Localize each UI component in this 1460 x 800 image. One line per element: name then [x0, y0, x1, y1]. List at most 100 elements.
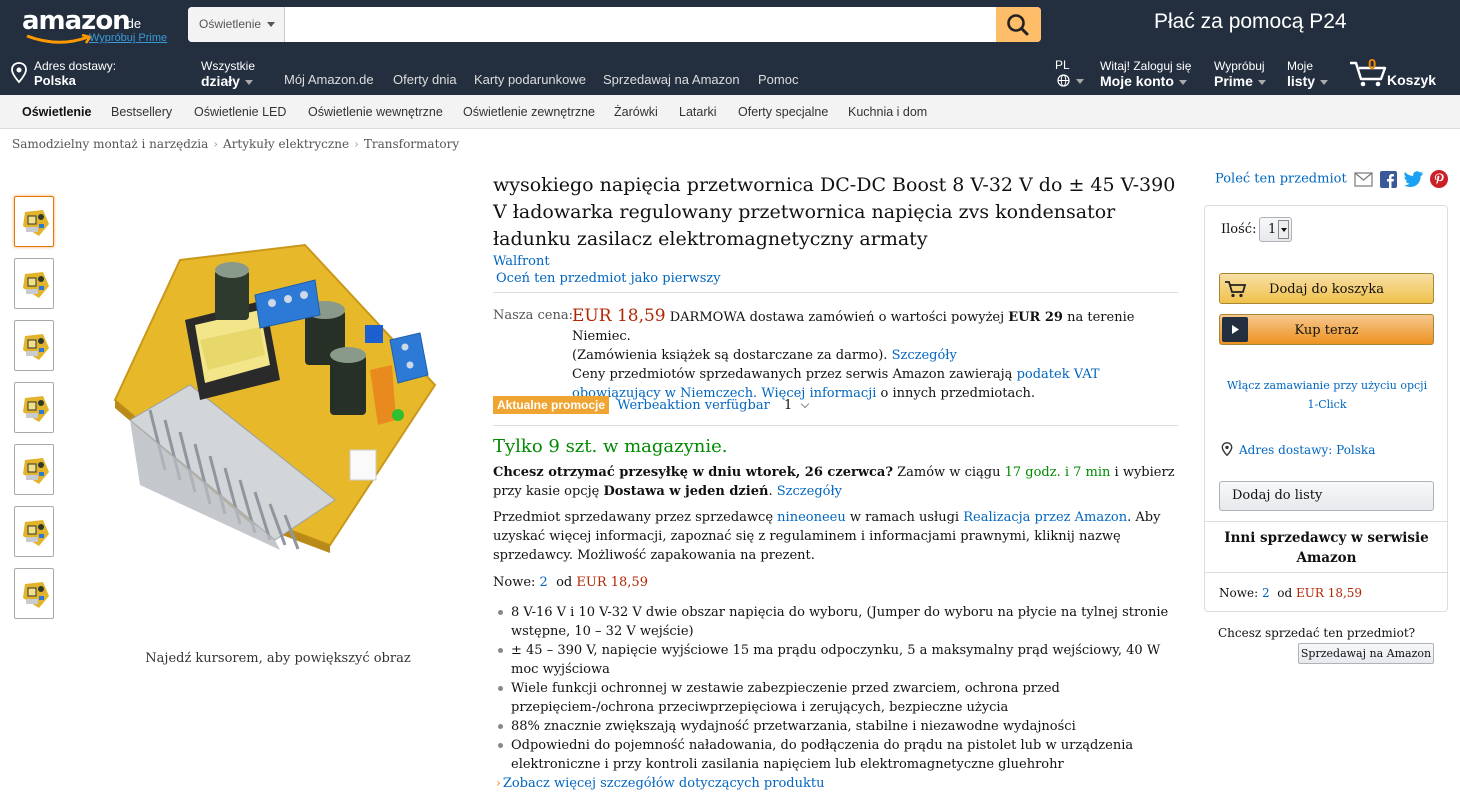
order-countdown: 17 godz. i 7 min	[1004, 465, 1111, 480]
product-image[interactable]	[100, 215, 450, 555]
subnav-item-outdoor[interactable]: Oświetlenie zewnętrzne	[463, 105, 595, 119]
pinterest-icon[interactable]	[1430, 170, 1449, 188]
cart-icon	[1222, 276, 1248, 301]
books-shipping-text: (Zamówienia książek są dostarczane za da…	[572, 348, 888, 363]
subnav-item-indoor[interactable]: Oświetlenie wewnętrzne	[308, 105, 443, 119]
more-details-link[interactable]: › Zobacz więcej szczegółów dotyczących pr…	[496, 776, 824, 791]
fba-link[interactable]: Realizacja przez Amazon	[963, 510, 1127, 525]
search-button[interactable]	[996, 7, 1041, 42]
promo-link[interactable]: Werbeaktion verfügbar	[617, 398, 770, 413]
twitter-icon[interactable]	[1404, 171, 1424, 187]
image-thumbnail[interactable]	[14, 382, 54, 433]
nav-link-sell[interactable]: Sprzedawaj na Amazon	[603, 72, 740, 87]
breadcrumb-item-diy[interactable]: Samodzielny montaż i narzędzia	[12, 137, 208, 151]
subnav-item-lighting[interactable]: Oświetlenie	[22, 105, 91, 119]
image-thumbnail[interactable]	[14, 444, 54, 495]
account-menu[interactable]: Witaj! Zaloguj się Moje konto	[1100, 58, 1200, 89]
other-offer-count-link[interactable]: 2	[1262, 586, 1270, 600]
delivery-details-link[interactable]: Szczegóły	[777, 484, 842, 499]
image-thumbnail[interactable]	[14, 568, 54, 619]
other-offer-from: od	[1277, 586, 1293, 600]
departments-line1: Wszystkie	[201, 59, 255, 73]
image-thumbnail[interactable]	[14, 258, 54, 309]
breadcrumb: Samodzielny montaż i narzędzia › Artykuły …	[12, 137, 459, 151]
nav-link-gift-cards[interactable]: Karty podarunkowe	[474, 72, 586, 87]
prime-menu[interactable]: Wypróbuj Prime	[1214, 58, 1274, 89]
quantity-select[interactable]: 1	[1259, 217, 1292, 242]
ship-to[interactable]: Adres dostawy: Polska	[1221, 442, 1375, 457]
promotions-row: Aktualne promocje Werbeaktion verfügbar …	[493, 396, 810, 416]
search-input[interactable]	[286, 7, 996, 42]
divider	[1205, 521, 1447, 522]
nav-link-help[interactable]: Pomoc	[758, 72, 798, 87]
breadcrumb-item-transformers[interactable]: Transformatory	[364, 137, 459, 151]
account-greeting: Witaj! Zaloguj się	[1100, 59, 1192, 73]
ship-to-link[interactable]: Adres dostawy: Polska	[1239, 443, 1375, 457]
subnav-item-flashlights[interactable]: Latarki	[679, 105, 717, 119]
shipping-details-link[interactable]: Szczegóły	[892, 348, 957, 363]
buy-box: Ilość: 1 Dodaj do koszyka Kup teraz Włąc…	[1204, 205, 1448, 612]
feature-bullet: ± 45 – 390 V, napięcie wyjściowe 15 ma p…	[493, 641, 1173, 679]
feature-bullet: Wiele funkcji ochronnej w zestawie zabez…	[493, 679, 1173, 717]
subnav-item-special-offers[interactable]: Oferty specjalne	[738, 105, 828, 119]
amazon-logo[interactable]: amazon .de Wypróbuj Prime	[22, 6, 182, 46]
language-selector[interactable]: PL	[1055, 58, 1089, 88]
buy-now-button[interactable]: Kup teraz	[1219, 314, 1434, 345]
image-thumbnail[interactable]	[14, 320, 54, 371]
subnav-item-bulbs[interactable]: Żarówki	[614, 105, 658, 119]
thumbnail-image	[23, 396, 49, 422]
share-row: Poleć ten przedmiot	[1215, 170, 1449, 190]
divider	[493, 425, 1178, 426]
subnav-item-bestsellers[interactable]: Bestsellery	[111, 105, 172, 119]
breadcrumb-item-electrical[interactable]: Artykuły elektryczne	[223, 137, 349, 151]
image-thumbnail[interactable]	[14, 196, 54, 247]
other-offer-price: EUR 18,59	[1295, 586, 1363, 600]
departments-line2: działy	[201, 73, 253, 89]
subnav-item-led[interactable]: Oświetlenie LED	[194, 105, 286, 119]
search-category-select[interactable]: Oświetlenie	[188, 7, 285, 42]
logo-smile-icon	[26, 34, 93, 44]
try-prime-link[interactable]: Wypróbuj Prime	[89, 32, 167, 44]
share-label[interactable]: Poleć ten przedmiot	[1215, 172, 1347, 187]
thumbnail-image	[23, 272, 49, 298]
brand-link[interactable]: Walfront	[493, 254, 1181, 269]
location-pin-icon	[11, 62, 27, 84]
departments-menu[interactable]: Wszystkie działy	[201, 58, 261, 89]
sell-on-amazon-button[interactable]: Sprzedawaj na Amazon	[1298, 643, 1434, 664]
p24-promo[interactable]: Płać za pomocą P24	[1154, 10, 1347, 34]
delivery-address[interactable]: Adres dostawy: Polska	[10, 58, 130, 88]
nav-link-deals[interactable]: Oferty dnia	[393, 72, 457, 87]
chevron-down-icon	[267, 22, 275, 27]
logo-tld: .de	[123, 16, 142, 31]
account-label: Moje konto	[1100, 73, 1187, 89]
price-block: EUR 18,59 DARMOWA dostawa zamówień o war…	[572, 307, 1180, 403]
product-info: wysokiego napięcia przetwornica DC-DC Bo…	[493, 172, 1181, 286]
subnav-item-kitchen[interactable]: Kuchnia i dom	[848, 105, 927, 119]
lists-menu[interactable]: Moje listy	[1287, 58, 1337, 89]
promo-badge: Aktualne promocje	[493, 396, 610, 414]
new-offers-price: EUR 18,59	[576, 575, 648, 590]
quantity-label: Ilość:	[1221, 222, 1257, 237]
top-nav: amazon .de Wypróbuj Prime Oświetlenie Pł…	[0, 0, 1460, 95]
search-icon	[1007, 14, 1029, 36]
thumbnail-image	[23, 582, 49, 608]
write-review-link[interactable]: Oceń ten przedmiot jako pierwszy	[496, 271, 1181, 286]
new-offers-count-link[interactable]: 2	[540, 575, 548, 590]
add-to-cart-button[interactable]: Dodaj do koszyka	[1219, 273, 1434, 304]
feature-bullet: 8 V-16 V i 10 V-32 V dwie obszar napięci…	[493, 603, 1173, 641]
one-click-link[interactable]: Włącz zamawianie przy użyciu opcji 1-Cli…	[1221, 376, 1433, 414]
price-label: Nasza cena:	[493, 308, 574, 323]
chevron-down-icon	[1278, 220, 1289, 239]
search-bar: Oświetlenie	[188, 7, 1041, 42]
cart-button[interactable]: 0 Koszyk	[1348, 56, 1448, 90]
chevron-down-icon[interactable]	[800, 399, 810, 408]
nav-link-my-amazon[interactable]: Mój Amazon.de	[284, 72, 374, 87]
email-icon[interactable]	[1354, 171, 1373, 187]
delivery-question: Chcesz otrzymać przesyłkę w dniu wtorek,…	[493, 465, 893, 480]
vat-text: Ceny przedmiotów sprzedawanych przez ser…	[572, 367, 1013, 382]
image-thumbnail[interactable]	[14, 506, 54, 557]
add-to-list-button[interactable]: Dodaj do listy	[1219, 481, 1434, 511]
shipping-text: dostawa zamówień o wartości powyżej	[749, 310, 1005, 325]
facebook-icon[interactable]	[1379, 170, 1397, 188]
seller-link[interactable]: nineoneeu	[777, 510, 846, 525]
